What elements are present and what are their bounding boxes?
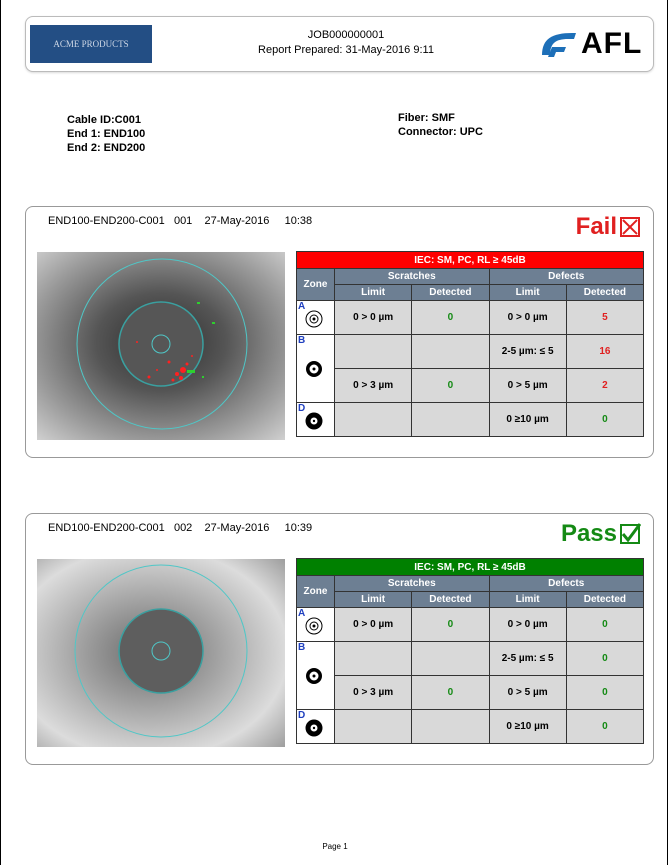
defect-detected-header: Detected [565,591,645,608]
scratch-detected-header: Detected [411,591,490,608]
scratch-limit: 0 > 3 µm [333,368,413,403]
scratch-detected-header: Detected [411,284,490,301]
defect-detected-header: Detected [565,284,645,301]
defect-detected: 0 [565,607,645,642]
result-card-2: END100-END200-C001 002 27-May-2016 10:39… [25,513,654,765]
zone-b-icon [306,668,322,684]
defect-detected: 5 [565,300,645,335]
scratch-detected [411,334,490,369]
company-logo: ACME PRODUCTS [30,25,152,63]
standard-header: IEC: SM, PC, RL ≥ 45dB [296,251,644,269]
defect-limit: 0 > 5 µm [488,675,567,710]
verdict-fail: Fail [576,213,641,241]
scratch-detected [411,402,490,437]
zone-a-icon [305,617,323,635]
scratch-detected: 0 [411,607,490,642]
scratch-limit: 0 > 3 µm [333,675,413,710]
fiber-info: Fiber: SMF Connector: UPC [398,111,483,139]
scratch-limit: 0 > 0 µm [333,607,413,642]
report-page: ACME PRODUCTS JOB000000001 Report Prepar… [0,0,668,865]
defect-detected: 16 [565,334,645,369]
defect-limit: 2-5 µm: ≤ 5 [488,334,567,369]
defect-limit-header: Limit [488,591,567,608]
defect-detected: 2 [565,368,645,403]
zone-a-cell: A [296,607,335,642]
fiber-endface-image [37,252,285,440]
fiber-type: Fiber: SMF [398,112,455,124]
table-row: A 0 > 0 µm 0 0 > 0 µm 5 [296,300,645,335]
table-row: A 0 > 0 µm 0 0 > 0 µm 0 [296,607,645,642]
scratch-limit-header: Limit [333,591,413,608]
afl-logo-text: AFL [581,27,643,60]
verdict-label: Pass [560,520,617,547]
result-title: END100-END200-C001 001 27-May-2016 10:38 [48,215,313,227]
connector-type: Connector: UPC [398,126,483,138]
defect-limit: 0 > 0 µm [488,300,567,335]
defects-header: Defects [488,268,644,285]
fiber-endface-image [37,559,285,747]
verdict-pass: Pass [561,520,641,548]
scratch-limit-header: Limit [333,284,413,301]
end-1: End 1: END100 [67,128,146,140]
scratches-header: Scratches [334,268,490,285]
table-row: D 0 ≥10 µm 0 [296,402,645,437]
fail-box-icon [620,217,640,237]
zone-b-cell: B [296,334,335,403]
iec-results-table: IEC: SM, PC, RL ≥ 45dB Zone Scratches De… [296,558,645,744]
zone-b-cell: B [296,641,335,710]
scratch-detected: 0 [411,300,490,335]
defect-detected: 0 [565,402,645,437]
end-2: End 2: END200 [67,142,146,154]
standard-header: IEC: SM, PC, RL ≥ 45dB [296,558,644,576]
scratches-header: Scratches [334,575,490,592]
defect-limit: 0 ≥10 µm [488,709,567,744]
verdict-label: Fail [575,213,617,240]
defect-detected: 0 [565,709,645,744]
defect-limit: 0 > 5 µm [488,368,567,403]
page-number: Page 1 [322,842,348,851]
pass-check-icon [620,523,641,544]
result-card-1: END100-END200-C001 001 27-May-2016 10:38… [25,206,654,458]
table-row: 0 > 3 µm 0 0 > 5 µm 0 [297,675,645,710]
scratch-detected [411,709,490,744]
scratch-detected: 0 [411,675,490,710]
zone-d-icon [305,412,323,430]
cable-id: Cable ID:C001 [67,114,141,126]
zone-letter: B [298,335,306,346]
scratch-limit [333,709,413,744]
defect-limit-header: Limit [488,284,567,301]
scratch-limit [333,641,413,676]
defect-limit: 0 ≥10 µm [488,402,567,437]
defect-detected: 0 [565,675,645,710]
zone-a-cell: A [296,300,335,335]
result-title: END100-END200-C001 002 27-May-2016 10:39 [48,522,313,534]
table-row: 0 > 3 µm 0 0 > 5 µm 2 [297,368,645,403]
job-id: JOB000000001 [307,29,385,41]
scratch-detected [411,641,490,676]
zone-d-cell: D [296,402,335,437]
zone-header: Zone [296,575,335,608]
zone-b-icon [306,361,322,377]
defects-header: Defects [488,575,644,592]
zone-header: Zone [296,268,335,301]
zone-letter: B [298,642,306,653]
zone-d-cell: D [296,709,335,744]
iec-results-table: IEC: SM, PC, RL ≥ 45dB Zone Scratches De… [296,251,645,437]
zone-d-icon [305,719,323,737]
table-row: B 2-5 µm: ≤ 5 0 [296,641,645,710]
defect-limit: 2-5 µm: ≤ 5 [488,641,567,676]
defect-limit: 0 > 0 µm [488,607,567,642]
zone-a-icon [305,310,323,328]
defect-detected: 0 [565,641,645,676]
scratch-limit [333,402,413,437]
report-header: ACME PRODUCTS JOB000000001 Report Prepar… [25,16,654,72]
scratch-detected: 0 [411,368,490,403]
report-prepared-date: Report Prepared: 31-May-2016 9:11 [258,44,434,56]
scratch-limit: 0 > 0 µm [333,300,413,335]
table-row: D 0 ≥10 µm 0 [296,709,645,744]
table-row: B 2-5 µm: ≤ 5 16 [296,334,645,403]
cable-info: Cable ID:C001 End 1: END100 End 2: END20… [67,113,145,155]
scratch-limit [333,334,413,369]
